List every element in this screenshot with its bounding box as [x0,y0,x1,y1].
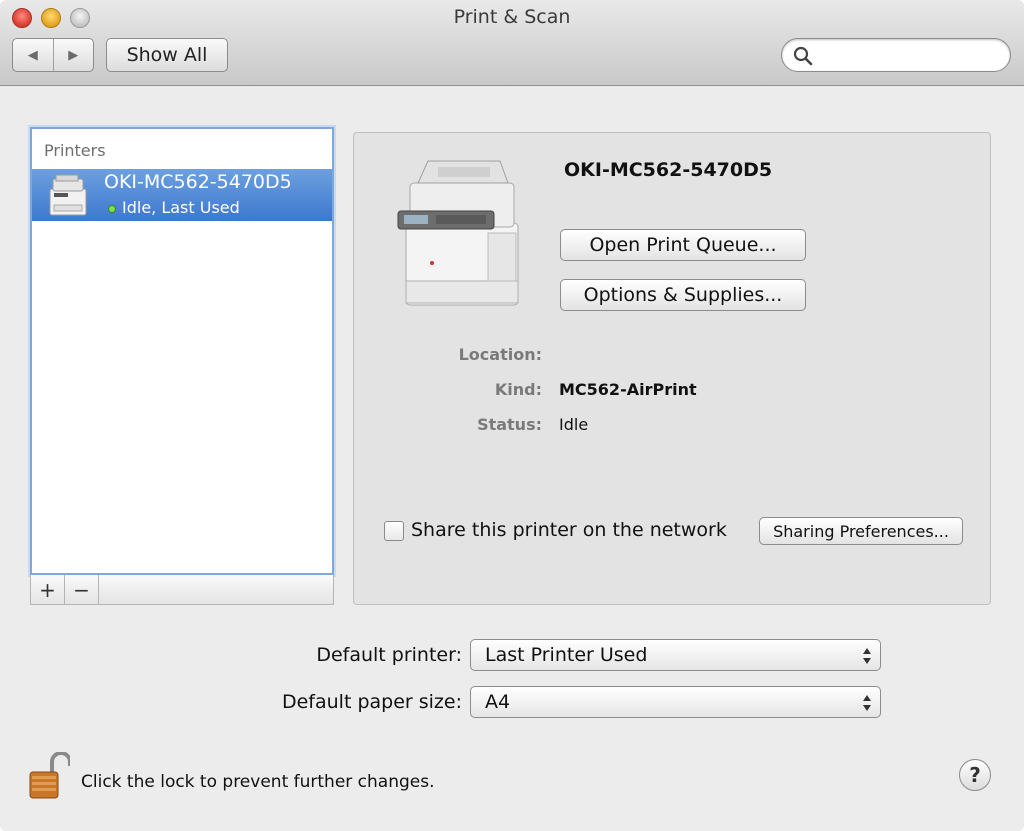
forward-arrow-icon: ▶ [68,47,79,63]
back-forward-control: ◀ ▶ [12,38,94,72]
printer-name-heading: OKI-MC562-5470D5 [564,159,773,181]
printers-list[interactable]: Printers OKI-MC562-5470D5 Idle, Last Use… [30,127,334,575]
kind-label: Kind: [494,380,542,399]
kind-value: MC562-AirPrint [559,380,697,399]
print-scan-window: Print & Scan ◀ ▶ Show All Printers OKI-M… [0,0,1024,831]
options-supplies-button[interactable]: Options & Supplies... [560,279,806,311]
status-dot-icon [108,205,116,213]
default-printer-label: Default printer: [316,644,462,666]
remove-printer-button[interactable]: − [65,575,99,604]
share-printer-label[interactable]: Share this printer on the network [411,519,727,541]
show-all-button[interactable]: Show All [106,38,228,72]
window-title: Print & Scan [453,6,571,28]
open-print-queue-button[interactable]: Open Print Queue... [560,229,806,261]
default-paper-size-popup[interactable]: A4 [470,686,881,718]
lock-icon[interactable] [28,752,70,800]
popup-arrows-icon [863,648,871,664]
printers-list-header: Printers [44,141,106,160]
location-label: Location: [458,345,542,364]
printers-list-toolbar: + − [30,575,334,605]
default-printer-popup[interactable]: Last Printer Used [470,639,881,671]
lock-message: Click the lock to prevent further change… [81,772,435,792]
printer-list-item-status: Idle, Last Used [122,198,240,217]
add-printer-button[interactable]: + [31,575,65,604]
status-value: Idle [559,415,589,434]
sharing-preferences-button[interactable]: Sharing Preferences... [759,517,963,545]
status-label: Status: [477,415,542,434]
default-paper-size-value: A4 [485,691,511,713]
printer-list-item[interactable]: OKI-MC562-5470D5 Idle, Last Used [32,169,332,221]
search-input[interactable] [818,43,998,67]
default-paper-size-label: Default paper size: [281,691,462,713]
titlebar: Print & Scan ◀ ▶ Show All [0,0,1024,86]
forward-button[interactable]: ▶ [54,39,94,71]
search-icon [793,46,813,66]
popup-arrows-icon [863,695,871,711]
search-field[interactable] [781,38,1011,72]
printer-list-item-name: OKI-MC562-5470D5 [104,171,292,193]
printer-image-icon [397,160,519,306]
printer-thumbnail-icon [49,174,87,216]
help-button[interactable]: ? [959,759,991,791]
back-arrow-icon: ◀ [27,47,38,63]
default-printer-value: Last Printer Used [485,644,648,666]
back-button[interactable]: ◀ [13,39,54,71]
printer-detail-panel: OKI-MC562-5470D5 Open Print Queue... Opt… [353,132,991,605]
share-printer-checkbox[interactable] [384,521,404,541]
